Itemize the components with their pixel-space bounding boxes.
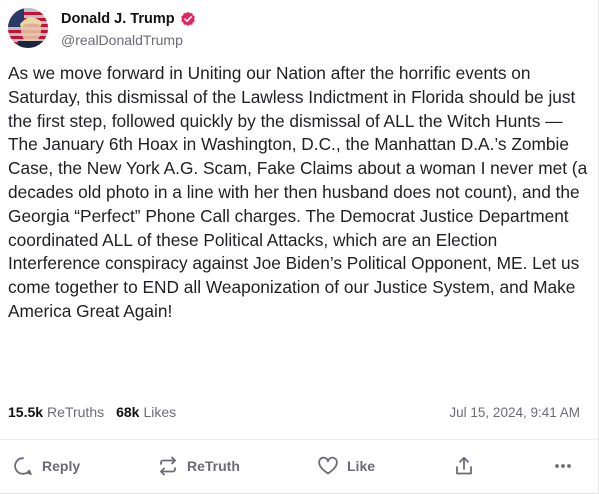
share-button[interactable] — [453, 452, 475, 480]
verified-badge-icon — [180, 11, 196, 27]
post-card: Donald J. Trump @realDonaldTrump As we m… — [0, 0, 599, 494]
author-names: Donald J. Trump @realDonaldTrump — [61, 9, 196, 48]
retruth-button[interactable]: ReTruth — [157, 452, 240, 480]
likes-label: Likes — [143, 404, 177, 420]
heart-icon — [317, 455, 339, 477]
likes-stat[interactable]: 68k Likes — [116, 404, 176, 420]
share-icon — [453, 455, 475, 477]
post-timestamp[interactable]: Jul 15, 2024, 9:41 AM — [449, 405, 580, 420]
display-name-row: Donald J. Trump — [61, 9, 196, 29]
retruths-stat[interactable]: 15.5k ReTruths — [8, 404, 104, 420]
action-bar: Reply ReTruth Like — [0, 452, 598, 480]
reply-icon — [12, 455, 34, 477]
like-label: Like — [347, 458, 376, 474]
like-button[interactable]: Like — [317, 452, 375, 480]
post-stats: 15.5k ReTruths 68k Likes Jul 15, 2024, 9:4… — [8, 404, 580, 420]
author-handle[interactable]: @realDonaldTrump — [61, 32, 196, 48]
divider — [0, 439, 598, 440]
retruth-icon — [157, 455, 179, 477]
retruths-label: ReTruths — [47, 404, 105, 420]
more-button[interactable] — [552, 452, 574, 480]
post-header: Donald J. Trump @realDonaldTrump — [8, 8, 196, 48]
more-icon — [552, 455, 574, 477]
reply-label: Reply — [42, 458, 81, 474]
likes-count: 68k — [116, 404, 140, 420]
avatar[interactable] — [8, 8, 48, 48]
display-name[interactable]: Donald J. Trump — [61, 11, 175, 27]
post-text: As we move forward in Uniting our Nation… — [8, 63, 592, 321]
retruth-label: ReTruth — [187, 458, 240, 474]
reply-button[interactable]: Reply — [12, 452, 80, 480]
retruths-count: 15.5k — [8, 404, 44, 420]
